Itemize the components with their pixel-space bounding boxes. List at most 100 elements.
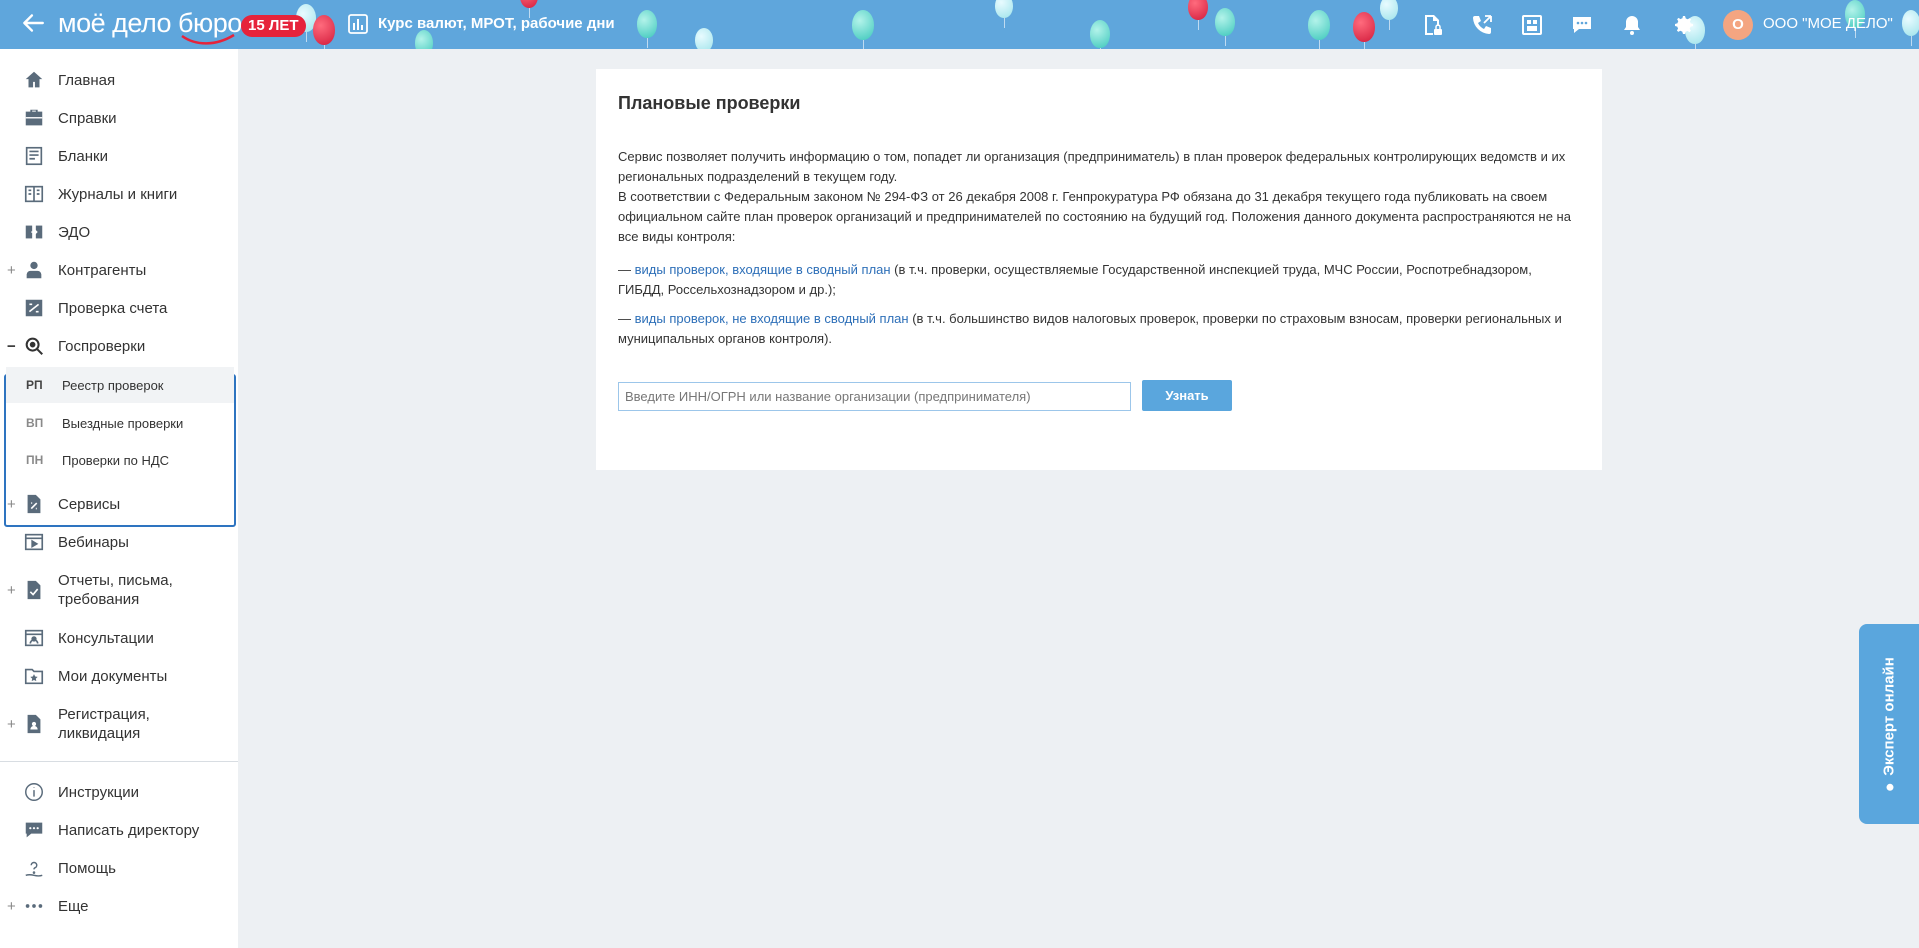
bullet-prefix: — xyxy=(618,311,635,326)
bullet-prefix: — xyxy=(618,262,635,277)
sidebar-item-label: Главная xyxy=(58,71,116,89)
balloon-decoration xyxy=(1308,10,1330,49)
sidebar-item-registration[interactable]: + Регистрация, ликвидация xyxy=(0,702,238,746)
consolidated-plan-link[interactable]: виды проверок, входящие в сводный план xyxy=(635,262,891,277)
subitem-abbr: ПН xyxy=(26,453,44,467)
expand-plus-icon[interactable]: + xyxy=(7,262,16,279)
sidebar-item-write-director[interactable]: Написать директору xyxy=(0,812,238,848)
sidebar-item-my-documents[interactable]: Мои документы xyxy=(0,658,238,694)
balloon-decoration xyxy=(637,10,657,48)
gear-icon[interactable] xyxy=(1672,13,1696,37)
help-icon xyxy=(25,861,43,877)
rates-link[interactable]: Курс валют, МРОТ, рабочие дни xyxy=(378,15,615,32)
phone-icon[interactable] xyxy=(1470,13,1494,37)
subitem-label: Реестр проверок xyxy=(62,377,164,393)
find-out-button[interactable]: Узнать xyxy=(1142,380,1232,411)
sidebar-item-services[interactable]: + Сервисы xyxy=(0,486,238,522)
sidebar-item-label: Проверка счета xyxy=(58,299,168,317)
inspection-icon xyxy=(25,337,43,355)
sidebar-item-references[interactable]: Справки xyxy=(0,100,238,136)
subitem-label: Проверки по НДС xyxy=(62,452,170,468)
balloon-decoration xyxy=(995,0,1013,28)
expand-plus-icon[interactable]: + xyxy=(7,898,16,915)
sidebar-item-journals[interactable]: Журналы и книги xyxy=(0,176,238,212)
page-title: Плановые проверки xyxy=(618,93,801,113)
bar-chart-icon[interactable] xyxy=(348,14,368,34)
sidebar-item-forms[interactable]: Бланки xyxy=(0,138,238,174)
sidebar-item-label: Регистрация, ликвидация xyxy=(58,706,150,742)
expert-online-label: Эксперт онлайн xyxy=(1881,657,1898,791)
balloon-decoration xyxy=(1188,0,1208,30)
sidebar-divider xyxy=(0,761,238,762)
sidebar-item-consultations[interactable]: Консультации xyxy=(0,620,238,656)
sidebar-item-label: Госпроверки xyxy=(58,337,146,355)
sidebar-item-home[interactable]: Главная xyxy=(0,62,238,98)
expand-plus-icon[interactable]: + xyxy=(7,496,16,513)
webinar-icon xyxy=(24,533,44,551)
bullet-non-consolidated-plan: — виды проверок, не входящие в сводный п… xyxy=(618,309,1578,349)
document-lock-icon[interactable] xyxy=(1420,13,1444,37)
balloon-decoration xyxy=(415,30,433,49)
sidebar-subitem-field-inspections[interactable]: ВП Выездные проверки xyxy=(6,405,234,441)
bell-icon[interactable] xyxy=(1620,13,1644,37)
sidebar-item-help[interactable]: Помощь xyxy=(0,850,238,886)
balloon-decoration xyxy=(1380,0,1398,30)
briefcase-icon xyxy=(25,109,43,126)
sidebar-subitem-registry[interactable]: РП Реестр проверок xyxy=(6,367,234,403)
sidebar-item-label: Сервисы xyxy=(58,495,121,513)
inn-search-input[interactable] xyxy=(618,382,1131,411)
anniversary-badge: 15 ЛЕТ xyxy=(241,15,306,37)
message-icon xyxy=(25,822,43,838)
logo-swoosh-icon xyxy=(181,33,235,45)
expert-online-tab[interactable]: Эксперт онлайн xyxy=(1859,624,1919,824)
balloon-decoration xyxy=(695,28,713,49)
sidebar-item-label: Написать директору xyxy=(58,821,200,839)
chat-icon[interactable] xyxy=(1570,13,1594,37)
sidebar-item-label: Помощь xyxy=(58,859,116,877)
law-text: В соответствии с Федеральным законом № 2… xyxy=(618,189,1571,244)
form-icon xyxy=(25,146,43,166)
expand-plus-icon[interactable]: + xyxy=(7,716,16,733)
sidebar-item-label: Еще xyxy=(58,897,89,915)
sidebar-item-label: Консультации xyxy=(58,629,154,647)
balloon-decoration xyxy=(1353,12,1375,49)
sidebar-item-label: Журналы и книги xyxy=(58,185,178,203)
bullet-consolidated-plan: — виды проверок, входящие в сводный план… xyxy=(618,260,1578,300)
home-icon xyxy=(25,71,43,88)
sidebar-item-reports[interactable]: + Отчеты, письма, требования xyxy=(0,568,238,612)
top-header: моё дело бюро 15 ЛЕТ Курс валют, МРОТ, р… xyxy=(0,0,1919,49)
sidebar-item-label: ЭДО xyxy=(58,223,91,241)
balloon-decoration xyxy=(1215,8,1235,46)
sidebar-item-edo[interactable]: ЭДО xyxy=(0,214,238,250)
sidebar-item-gosproverki[interactable]: − Госпроверки xyxy=(0,328,238,364)
subitem-abbr: РП xyxy=(26,378,43,392)
non-consolidated-plan-link[interactable]: виды проверок, не входящие в сводный пла… xyxy=(635,311,909,326)
account-check-icon xyxy=(25,299,43,317)
back-arrow-icon[interactable] xyxy=(20,10,46,36)
registration-icon xyxy=(27,714,41,734)
sidebar-subitem-vat-inspections[interactable]: ПН Проверки по НДС xyxy=(6,442,234,478)
reports-icon xyxy=(27,580,41,600)
balloon-decoration xyxy=(313,15,335,49)
balloon-decoration xyxy=(852,10,874,49)
sidebar-item-account-check[interactable]: Проверка счета xyxy=(0,290,238,326)
building-icon[interactable] xyxy=(1520,13,1544,37)
online-dot-icon xyxy=(1886,783,1894,791)
expand-plus-icon[interactable]: + xyxy=(7,582,16,599)
sidebar-item-label: Мои документы xyxy=(58,667,168,685)
user-avatar[interactable]: О xyxy=(1723,10,1753,40)
more-icon xyxy=(25,904,43,908)
sidebar-item-label: Контрагенты xyxy=(58,261,147,279)
sidebar-item-contractors[interactable]: + Контрагенты xyxy=(0,252,238,288)
sidebar-item-instructions[interactable]: Инструкции xyxy=(0,774,238,810)
sidebar-item-more[interactable]: + Еще xyxy=(0,888,238,924)
sidebar-item-label: Справки xyxy=(58,109,117,127)
sidebar-item-label: Бланки xyxy=(58,147,108,165)
sidebar-item-label: Отчеты, письма, требования xyxy=(58,572,173,608)
services-icon xyxy=(27,494,41,514)
organization-name[interactable]: ООО "МОЕ ДЕЛО" xyxy=(1763,15,1893,32)
collapse-minus-icon[interactable]: − xyxy=(7,338,16,355)
planned-inspections-card: Плановые проверки Сервис позволяет получ… xyxy=(596,69,1602,470)
sidebar-item-webinars[interactable]: Вебинары xyxy=(0,524,238,560)
intro-text: Сервис позволяет получить информацию о т… xyxy=(618,149,1566,184)
